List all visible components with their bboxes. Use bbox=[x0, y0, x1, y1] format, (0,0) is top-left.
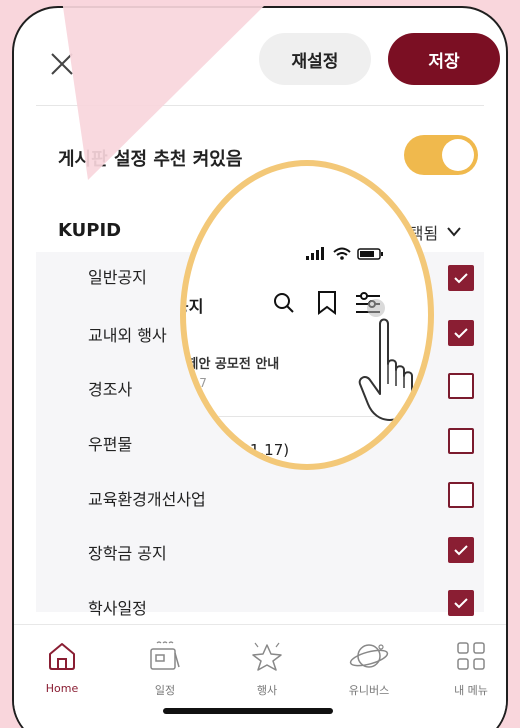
nav-universe-label: 유니버스 bbox=[348, 684, 390, 697]
grid-menu-icon bbox=[457, 642, 485, 670]
nav-menu-label: 내 메뉴 bbox=[454, 684, 488, 697]
check-icon bbox=[454, 273, 468, 284]
search-icon bbox=[274, 293, 294, 313]
list-item: 장학금 공지 bbox=[88, 544, 167, 563]
item-checkbox[interactable] bbox=[448, 373, 474, 399]
recommendation-label: 게시판 설정 추천 켜있음 bbox=[58, 149, 243, 170]
item-checkbox[interactable] bbox=[448, 265, 474, 291]
status-bar-icons bbox=[306, 247, 383, 260]
reset-button[interactable]: 재설정 bbox=[259, 33, 371, 85]
list-item: 교육환경개선사업 bbox=[88, 490, 206, 509]
phone-frame: 재설정 저장 게시판 설정 추천 켜있음 KUPID 선택됨 일반공지 교내외 … bbox=[12, 6, 508, 728]
item-checkbox[interactable] bbox=[448, 482, 474, 508]
nav-events[interactable]: 행사 bbox=[232, 639, 302, 698]
header-divider bbox=[36, 105, 484, 106]
close-button[interactable] bbox=[42, 44, 82, 84]
list-item: 교내외 행사 bbox=[88, 326, 167, 345]
nav-home-label: Home bbox=[45, 682, 79, 695]
nav-menu[interactable]: 내 메뉴 bbox=[436, 639, 506, 698]
toggle-knob bbox=[442, 139, 474, 171]
item-checkbox[interactable] bbox=[448, 320, 474, 346]
zoom-board-title: 공지 bbox=[186, 297, 204, 316]
list-item: 일반공지 bbox=[88, 268, 147, 287]
section-title: KUPID bbox=[58, 220, 122, 241]
item-checkbox[interactable] bbox=[448, 537, 474, 563]
list-item: 경조사 bbox=[88, 380, 133, 399]
item-checkbox[interactable] bbox=[448, 590, 474, 616]
zoom-notice-date-2: 2.01.17) bbox=[226, 441, 290, 459]
nav-schedule[interactable]: 일정 bbox=[130, 639, 200, 698]
list-item: 우편물 bbox=[88, 435, 133, 454]
chevron-down-icon bbox=[447, 227, 461, 237]
check-icon bbox=[454, 598, 468, 609]
zoom-callout: 공지 안 제안 공모전 안내 01-17 2.01.17) bbox=[180, 160, 434, 470]
home-icon bbox=[49, 643, 75, 670]
tap-hand-icon bbox=[358, 318, 413, 421]
nav-events-label: 행사 bbox=[256, 684, 278, 697]
home-indicator bbox=[163, 708, 333, 714]
save-button[interactable]: 저장 bbox=[388, 33, 500, 85]
item-checkbox[interactable] bbox=[448, 428, 474, 454]
planet-icon bbox=[349, 644, 389, 668]
calendar-icon bbox=[150, 641, 180, 670]
close-icon bbox=[51, 53, 73, 75]
bookmark-icon bbox=[318, 291, 336, 315]
recommendation-toggle[interactable] bbox=[404, 135, 478, 175]
star-icon bbox=[252, 642, 282, 671]
zoom-notice-title: 안 제안 공모전 안내 bbox=[180, 357, 280, 372]
list-item: 학사일정 bbox=[88, 599, 147, 618]
check-icon bbox=[454, 545, 468, 556]
nav-universe[interactable]: 유니버스 bbox=[334, 639, 404, 698]
nav-home[interactable]: Home bbox=[27, 639, 97, 695]
check-icon bbox=[454, 328, 468, 339]
nav-schedule-label: 일정 bbox=[154, 684, 176, 697]
